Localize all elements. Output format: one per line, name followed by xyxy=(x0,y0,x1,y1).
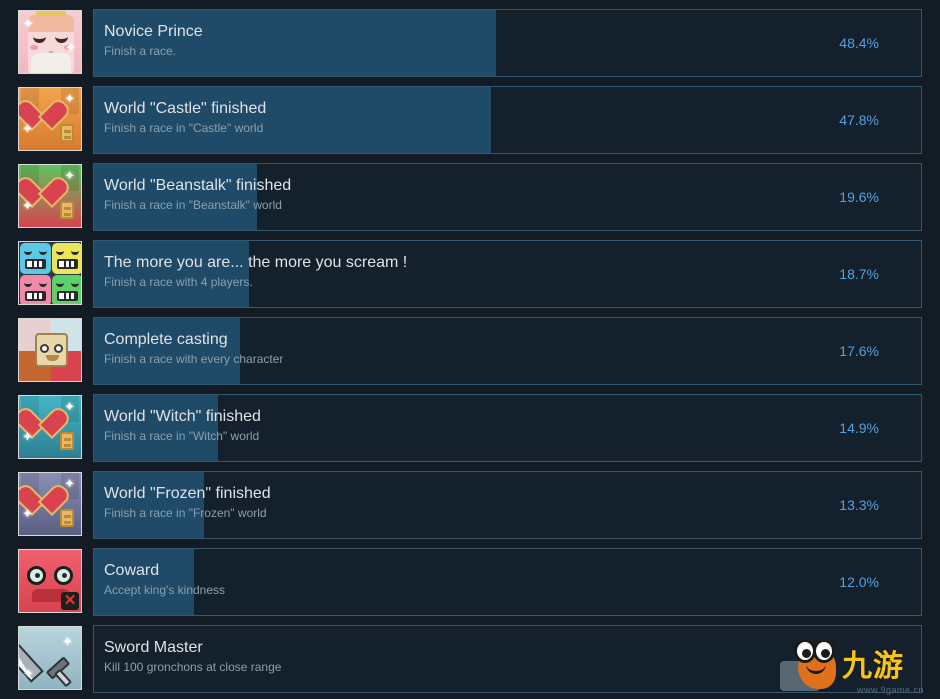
achievement-percent: 13.3% xyxy=(839,497,879,513)
achievement-body[interactable]: World "Castle" finished Finish a race in… xyxy=(93,86,922,154)
achievement-text: World "Witch" finished Finish a race in … xyxy=(94,395,921,444)
achievement-title: World "Witch" finished xyxy=(104,408,261,425)
achievement-percent: 12.0% xyxy=(839,574,879,590)
achievement-title: The more you are... the more you scream … xyxy=(104,254,408,271)
achievement-text: Complete casting Finish a race with ever… xyxy=(94,318,921,367)
achievement-row[interactable]: Complete casting Finish a race with ever… xyxy=(18,316,922,390)
witch-heart-key-icon: ✦ ✦ xyxy=(18,395,82,459)
achievement-body[interactable]: Novice Prince Finish a race. 48.4% xyxy=(93,9,922,77)
achievement-body[interactable]: Complete casting Finish a race with ever… xyxy=(93,317,922,385)
achievement-text: Sword Master Kill 100 gronchons at close… xyxy=(94,626,921,675)
achievement-description: Finish a race with 4 players. xyxy=(104,275,253,289)
sword-icon: ✦ ✦ xyxy=(18,626,82,690)
achievement-description: Finish a race in "Beanstalk" world xyxy=(104,198,282,212)
achievement-list: ✦ ✦ Novice Prince Finish a race. 48.4% ✦… xyxy=(0,0,940,699)
achievement-title: Coward xyxy=(104,562,160,579)
achievement-text: Coward Accept king's kindness xyxy=(94,549,921,598)
achievement-body[interactable]: The more you are... the more you scream … xyxy=(93,240,922,308)
achievement-title: Complete casting xyxy=(104,331,228,348)
achievement-title: World "Frozen" finished xyxy=(104,485,271,502)
achievement-percent: 18.7% xyxy=(839,266,879,282)
red-monster-icon: ✕ xyxy=(18,549,82,613)
achievement-row[interactable]: ✦ ✦ World "Beanstalk" finished Finish a … xyxy=(18,162,922,236)
achievement-percent: 19.6% xyxy=(839,189,879,205)
achievement-body[interactable]: Sword Master Kill 100 gronchons at close… xyxy=(93,625,922,693)
achievement-body[interactable]: Coward Accept king's kindness 12.0% xyxy=(93,548,922,616)
achievement-text: The more you are... the more you scream … xyxy=(94,241,921,290)
achievement-title: Novice Prince xyxy=(104,23,203,40)
achievement-body[interactable]: World "Frozen" finished Finish a race in… xyxy=(93,471,922,539)
achievement-body[interactable]: World "Witch" finished Finish a race in … xyxy=(93,394,922,462)
achievement-row[interactable]: ✦ ✦ Sword Master Kill 100 gronchons at c… xyxy=(18,624,922,698)
achievement-description: Accept king's kindness xyxy=(104,583,226,597)
achievement-percent: 14.9% xyxy=(839,420,879,436)
achievement-body[interactable]: World "Beanstalk" finished Finish a race… xyxy=(93,163,922,231)
frozen-heart-key-icon: ✦ ✦ xyxy=(18,472,82,536)
achievement-text: World "Castle" finished Finish a race in… xyxy=(94,87,921,136)
achievement-description: Finish a race with every character xyxy=(104,352,284,366)
beanstalk-heart-key-icon: ✦ ✦ xyxy=(18,164,82,228)
achievement-description: Finish a race in "Witch" world xyxy=(104,429,260,443)
achievement-description: Finish a race in "Castle" world xyxy=(104,121,264,135)
character-collage-icon xyxy=(18,318,82,382)
achievement-description: Finish a race in "Frozen" world xyxy=(104,506,267,520)
achievement-description: Finish a race. xyxy=(104,44,177,58)
achievement-row[interactable]: ✦ ✦ Novice Prince Finish a race. 48.4% xyxy=(18,8,922,82)
achievement-percent: 17.6% xyxy=(839,343,879,359)
achievement-title: World "Beanstalk" finished xyxy=(104,177,292,194)
achievement-row[interactable]: ✦ ✦ World "Witch" finished Finish a race… xyxy=(18,393,922,467)
achievement-percent: 48.4% xyxy=(839,35,879,51)
castle-heart-key-icon: ✦ ✦ xyxy=(18,87,82,151)
achievement-text: World "Frozen" finished Finish a race in… xyxy=(94,472,921,521)
four-faces-icon xyxy=(18,241,82,305)
achievement-percent: 47.8% xyxy=(839,112,879,128)
achievement-row[interactable]: The more you are... the more you scream … xyxy=(18,239,922,313)
achievement-text: Novice Prince Finish a race. xyxy=(94,10,921,59)
achievement-title: World "Castle" finished xyxy=(104,100,267,117)
achievement-description: Kill 100 gronchons at close range xyxy=(104,660,282,674)
prince-head-icon: ✦ ✦ xyxy=(18,10,82,74)
achievement-row[interactable]: ✦ ✦ World "Frozen" finished Finish a rac… xyxy=(18,470,922,544)
achievement-row[interactable]: ✦ ✦ World "Castle" finished Finish a rac… xyxy=(18,85,922,159)
achievement-title: Sword Master xyxy=(104,639,203,656)
achievement-text: World "Beanstalk" finished Finish a race… xyxy=(94,164,921,213)
achievement-row[interactable]: ✕ Coward Accept king's kindness 12.0% xyxy=(18,547,922,621)
